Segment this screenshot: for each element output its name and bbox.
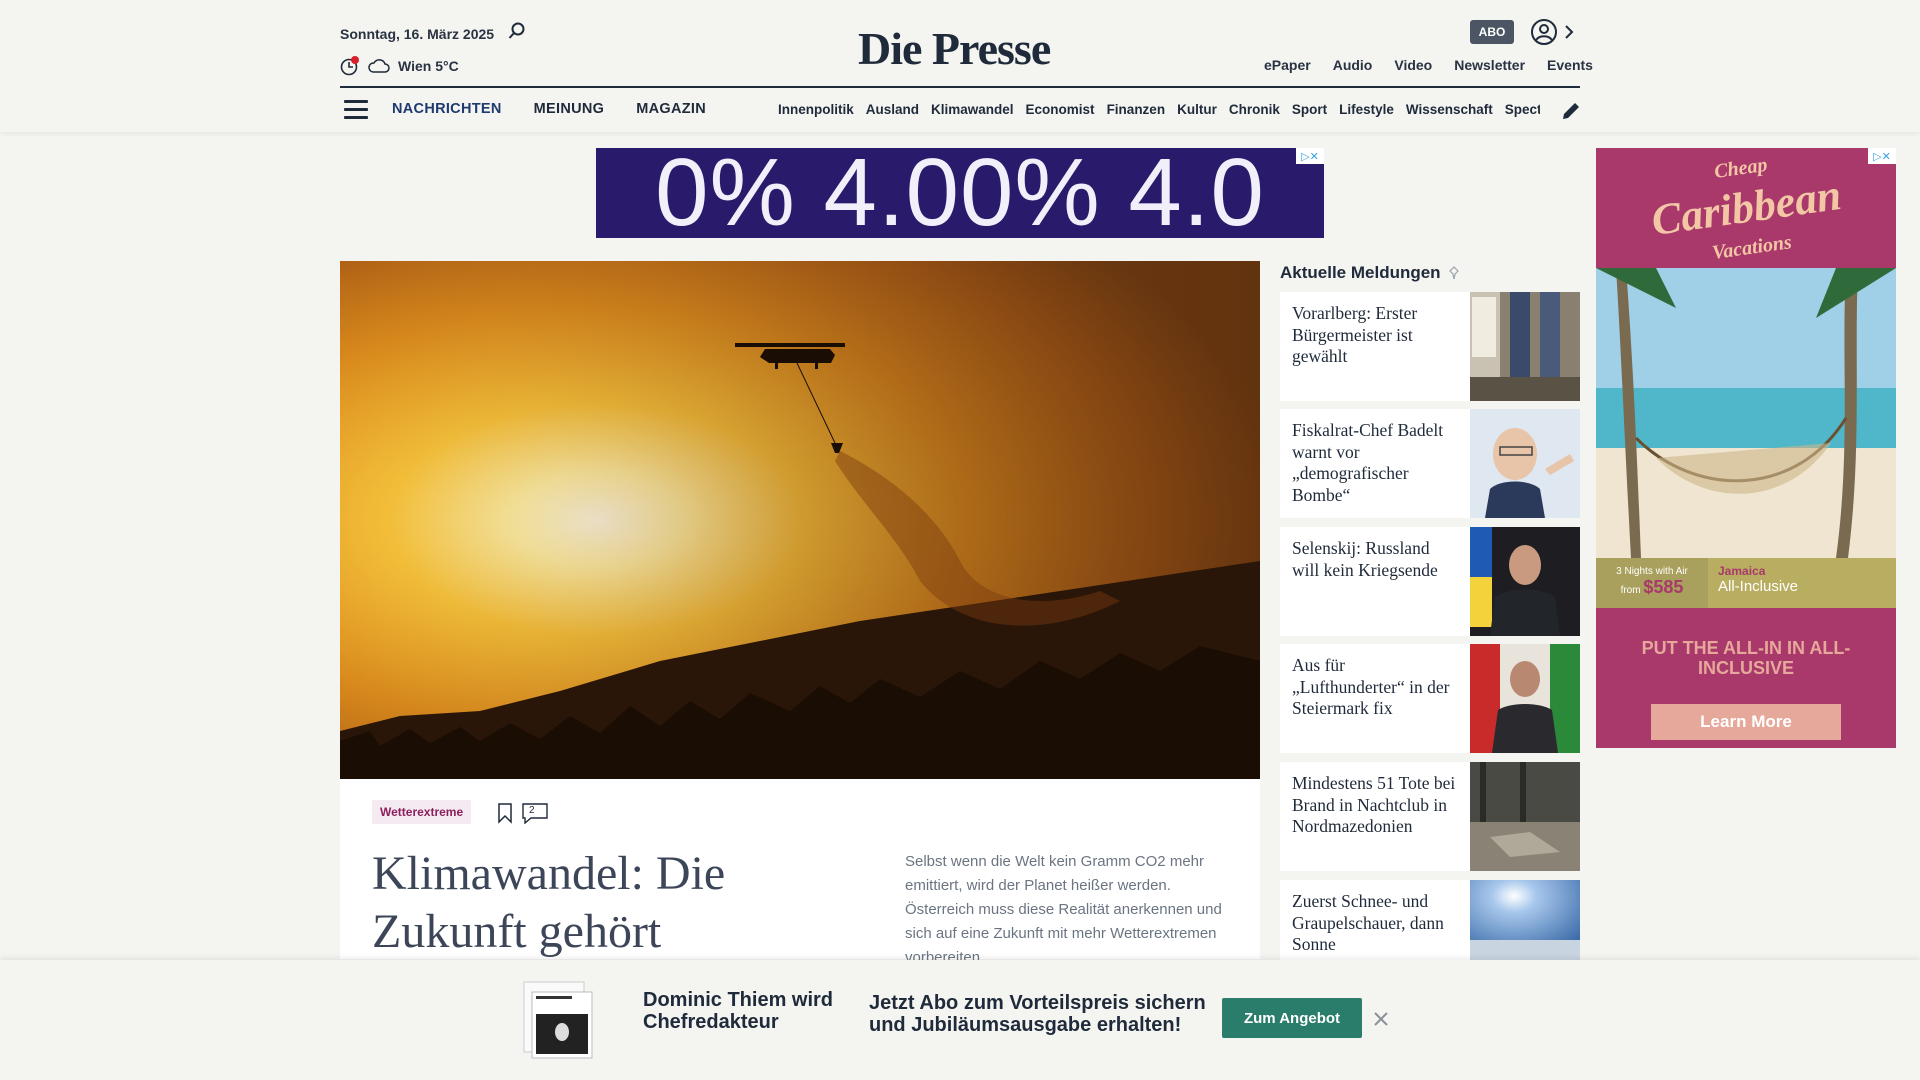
subnav-chronik[interactable]: Chronik	[1229, 102, 1280, 117]
toplink-events[interactable]: Events	[1547, 57, 1593, 73]
side-ad-from: from	[1620, 585, 1641, 596]
subnav-lifestyle[interactable]: Lifestyle	[1339, 102, 1394, 117]
side-ad-nights: 3 Nights with Air	[1616, 566, 1688, 577]
pin-icon	[1448, 266, 1459, 280]
side-ad-header: Cheap Caribbean Vacations	[1596, 148, 1896, 268]
toplink-epaper[interactable]: ePaper	[1264, 57, 1311, 73]
hero-headline[interactable]: Klimawandel: Die Zukunft gehört	[372, 845, 822, 961]
news-thumbnail	[1470, 292, 1580, 401]
subnav-economist[interactable]: Economist	[1026, 102, 1095, 117]
learn-more-button[interactable]: Learn More	[1651, 704, 1841, 740]
side-ad-price-box: 3 Nights with Air from $585	[1596, 558, 1708, 608]
side-ad-cta: PUT THE ALL-IN IN ALL-INCLUSIVE	[1641, 638, 1851, 678]
hero-image[interactable]	[340, 261, 1260, 779]
news-title: Fiskalrat-Chef Badelt warnt vor „demogra…	[1292, 420, 1444, 505]
bookmark-icon[interactable]	[497, 802, 513, 824]
toplink-video[interactable]: Video	[1394, 57, 1432, 73]
side-ad-type: All-Inclusive	[1718, 578, 1799, 595]
aktuell-title-text: Aktuelle Meldungen	[1280, 263, 1441, 282]
weather-text: Wien 5°C	[398, 58, 459, 74]
chevron-right-icon[interactable]	[1562, 20, 1576, 44]
newspaper-image	[523, 981, 593, 1059]
pencil-icon[interactable]	[1560, 100, 1582, 122]
topic-tag[interactable]: Wetterextreme	[372, 800, 472, 824]
news-title: Zuerst Schnee- und Graupelschauer, dann …	[1292, 891, 1444, 954]
subnav-ausland[interactable]: Ausland	[866, 102, 919, 117]
subnav-innenpolitik[interactable]: Innenpolitik	[778, 102, 854, 117]
side-ad-offer-bar: 3 Nights with Air from $585 Jamaica All-…	[1596, 558, 1896, 608]
side-ad-destination: Jamaica	[1718, 564, 1766, 578]
beach-image	[1596, 268, 1896, 558]
top-links: ePaper Audio Video Newsletter Events	[1264, 57, 1593, 73]
subnav-spectrum[interactable]: Spectrum	[1505, 102, 1540, 117]
comment-icon[interactable]	[521, 802, 549, 824]
news-title: Vorarlberg: Erster Bürgermeister ist gew…	[1292, 303, 1418, 366]
toplink-newsletter[interactable]: Newsletter	[1454, 57, 1525, 73]
news-title: Mindestens 51 Tote bei Brand in Nachtclu…	[1292, 773, 1456, 836]
current-date: Sonntag, 16. März 2025	[340, 26, 495, 42]
search-icon[interactable]	[508, 22, 526, 40]
subnav-kultur[interactable]: Kultur	[1177, 102, 1217, 117]
subnav-klimawandel[interactable]: Klimawandel	[931, 102, 1014, 117]
sub-nav: Innenpolitik Ausland Klimawandel Economi…	[778, 102, 1540, 117]
news-item[interactable]: Mindestens 51 Tote bei Brand in Nachtclu…	[1280, 762, 1580, 871]
subnav-wissenschaft[interactable]: Wissenschaft	[1406, 102, 1493, 117]
banner-ad[interactable]: 0% 4.00% 4.0 ▷✕	[596, 148, 1324, 238]
nav-meinung[interactable]: MEINUNG	[534, 101, 605, 117]
news-item[interactable]: Fiskalrat-Chef Badelt warnt vor „demogra…	[1280, 409, 1580, 518]
promo-headline: Dominic Thiem wird Chefredakteur	[643, 989, 834, 1033]
toplink-audio[interactable]: Audio	[1333, 57, 1373, 73]
nav-magazin[interactable]: MAGAZIN	[636, 101, 706, 117]
zum-angebot-button[interactable]: Zum Angebot	[1222, 998, 1362, 1038]
news-item[interactable]: Selenskij: Russland will kein Kriegsende	[1280, 527, 1580, 636]
hamburger-menu-icon[interactable]	[344, 100, 368, 120]
main-nav: NACHRICHTEN MEINUNG MAGAZIN	[392, 101, 706, 117]
close-icon[interactable]	[1372, 1010, 1390, 1028]
hero-teaser[interactable]: Selbst wenn die Welt kein Gramm CO2 mehr…	[905, 850, 1235, 970]
subnav-sport[interactable]: Sport	[1292, 102, 1327, 117]
news-title: Selenskij: Russland will kein Kriegsende	[1292, 538, 1438, 580]
comment-count: 2	[529, 805, 535, 816]
aktuell-heading: Aktuelle Meldungen	[1280, 263, 1461, 283]
news-thumbnail	[1470, 644, 1580, 753]
news-title: Aus für „Lufthunderter“ in der Steiermar…	[1292, 655, 1450, 718]
sidebar-ad[interactable]: Cheap Caribbean Vacations 3 Nights with …	[1596, 148, 1896, 748]
news-thumbnail	[1470, 409, 1580, 518]
side-ad-price: $585	[1643, 577, 1684, 597]
news-item[interactable]: Zuerst Schnee- und Graupelschauer, dann …	[1280, 880, 1580, 960]
news-thumbnail	[1470, 880, 1580, 960]
subnav-finanzen[interactable]: Finanzen	[1107, 102, 1166, 117]
cloud-icon	[368, 59, 390, 73]
nav-nachrichten[interactable]: NACHRICHTEN	[392, 101, 502, 117]
header-divider	[340, 86, 1580, 88]
clock-icon	[340, 56, 359, 76]
news-item[interactable]: Aus für „Lufthunderter“ in der Steiermar…	[1280, 644, 1580, 753]
news-thumbnail	[1470, 762, 1580, 871]
site-logo[interactable]: Die Presse	[858, 22, 1051, 75]
adchoices-icon[interactable]: ▷✕	[1296, 148, 1324, 164]
promo-text: Jetzt Abo zum Vorteilspreis sichern und …	[869, 992, 1206, 1036]
adchoices-icon[interactable]: ▷✕	[1868, 148, 1896, 164]
news-item[interactable]: Vorarlberg: Erster Bürgermeister ist gew…	[1280, 292, 1580, 401]
banner-ad-text: 0% 4.00% 4.0	[655, 148, 1265, 238]
news-thumbnail	[1470, 527, 1580, 636]
side-ad-destination-box: Jamaica All-Inclusive	[1708, 558, 1896, 608]
abo-button[interactable]: ABO	[1470, 20, 1514, 44]
side-ad-title: Cheap Caribbean Vacations	[1643, 148, 1849, 281]
weather-widget[interactable]: Wien 5°C	[340, 56, 459, 76]
user-account-icon[interactable]	[1530, 18, 1558, 46]
